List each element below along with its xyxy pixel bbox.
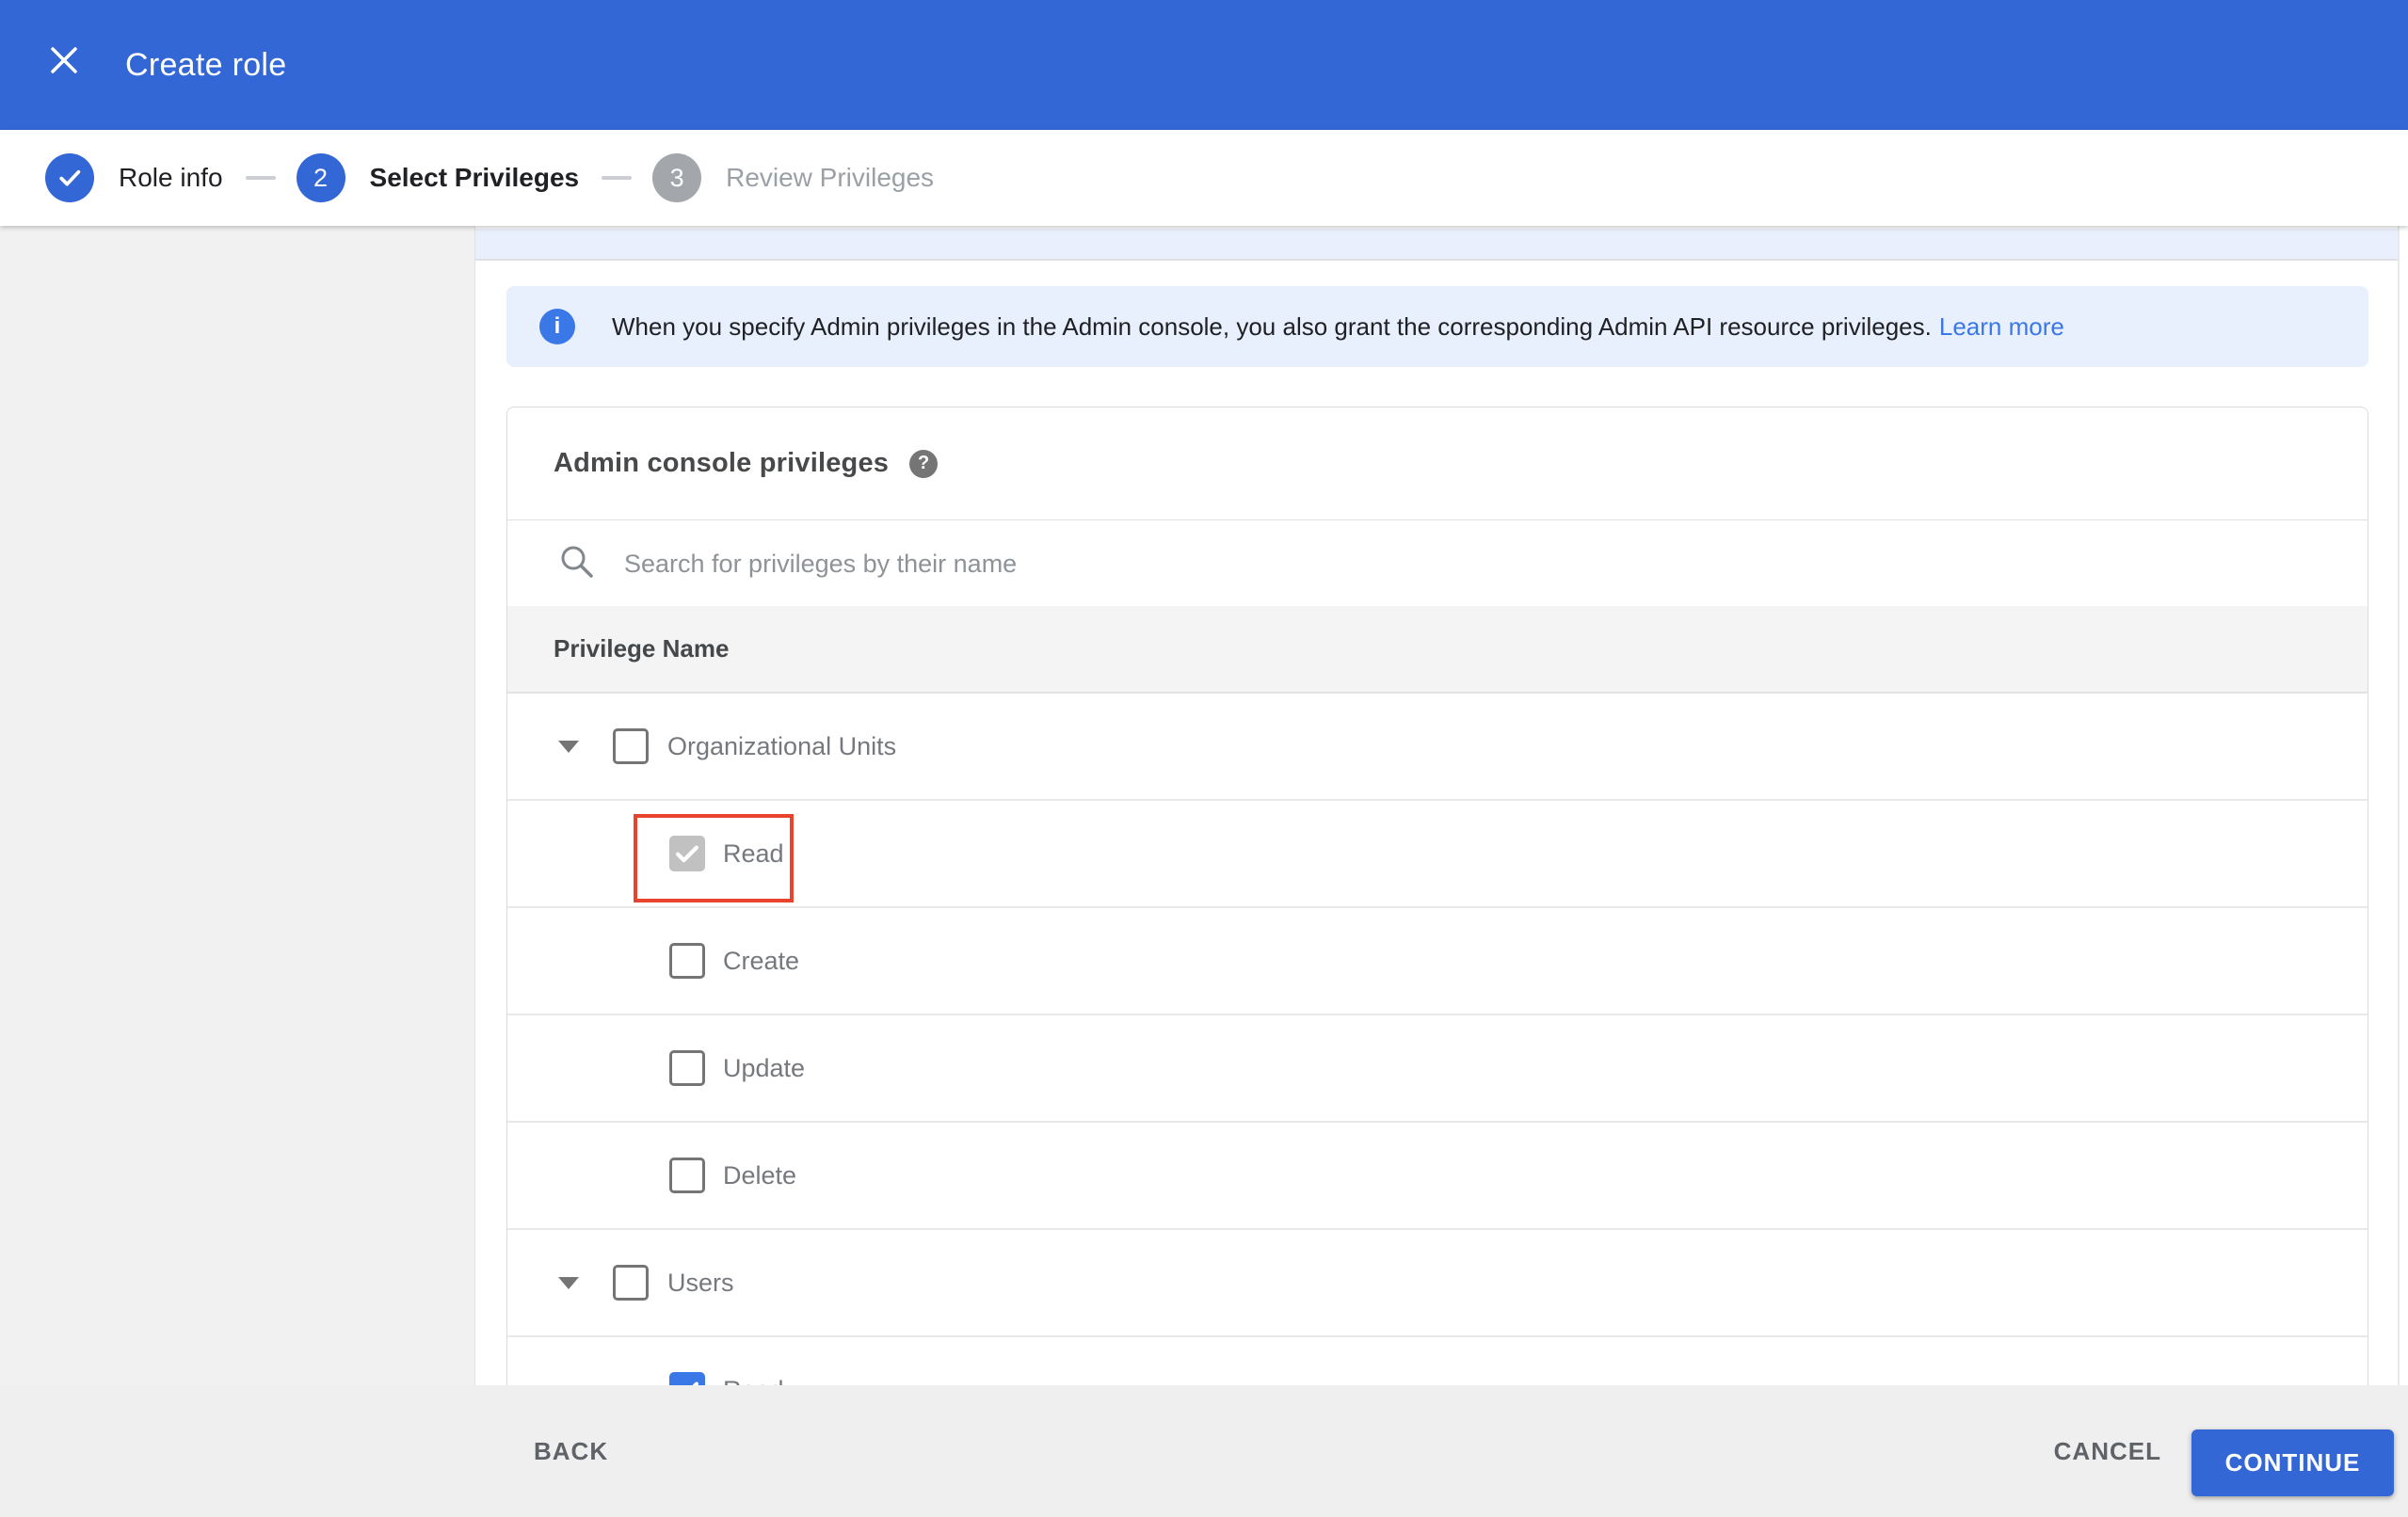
organizational-units-checkbox[interactable] <box>613 728 649 764</box>
privilege-row-organizational-units: Organizational Units <box>507 694 2368 801</box>
privilege-label: Organizational Units <box>667 731 897 760</box>
create-checkbox[interactable] <box>669 943 705 979</box>
users-checkbox[interactable] <box>613 1265 649 1301</box>
collapse-arrow-icon[interactable] <box>558 1276 579 1289</box>
privilege-row-users-read: Read <box>507 1337 2368 1385</box>
footer-bar <box>0 1385 2408 1517</box>
privilege-label: Read <box>723 838 784 868</box>
step-1-done-check-icon[interactable] <box>45 153 94 202</box>
scrollbar-gutter[interactable] <box>2398 226 2400 1385</box>
step-2-label[interactable]: Select Privileges <box>370 163 580 193</box>
card-header: Admin console privileges ? <box>507 407 2368 520</box>
privilege-row-create: Create <box>507 908 2368 1015</box>
step-1-label[interactable]: Role info <box>119 163 223 193</box>
learn-more-link[interactable]: Learn more <box>1939 312 2064 341</box>
info-banner: i When you specify Admin privileges in t… <box>506 286 2368 367</box>
privilege-label: Delete <box>723 1160 797 1190</box>
privilege-label: Read <box>723 1376 784 1386</box>
card-title: Admin console privileges <box>554 448 890 478</box>
info-banner-message: When you specify Admin privileges in the… <box>612 311 1932 341</box>
create-role-dialog: Create role Role info 2 Select Privilege… <box>0 0 2408 1517</box>
step-3-label[interactable]: Review Privileges <box>726 163 934 193</box>
privilege-row-update: Update <box>507 1015 2368 1123</box>
step-2-circle[interactable]: 2 <box>296 153 345 202</box>
help-icon[interactable]: ? <box>909 449 939 478</box>
cancel-button[interactable]: CANCEL <box>2054 1385 2161 1517</box>
scrolled-section-strip <box>475 229 2398 261</box>
step-connector <box>602 176 633 180</box>
privilege-label: Create <box>723 946 800 975</box>
privilege-label: Users <box>667 1268 734 1297</box>
left-spacer-panel <box>0 226 475 1385</box>
delete-checkbox[interactable] <box>669 1158 705 1193</box>
read-checkbox-checked-disabled[interactable] <box>669 836 705 871</box>
info-icon: i <box>539 309 575 344</box>
privilege-row-read: Read <box>507 801 2368 908</box>
close-icon[interactable] <box>47 43 81 77</box>
dialog-title: Create role <box>125 46 287 83</box>
dialog-header: Create role <box>0 0 2408 130</box>
collapse-arrow-icon[interactable] <box>558 740 579 753</box>
update-checkbox[interactable] <box>669 1050 705 1086</box>
table-header-row: Privilege Name <box>507 606 2368 694</box>
search-icon <box>558 543 596 585</box>
privilege-rows: Organizational Units Read Create Update … <box>507 694 2368 1385</box>
stepper: Role info 2 Select Privileges 3 Review P… <box>0 130 2408 226</box>
privilege-row-users: Users <box>507 1230 2368 1337</box>
privilege-search-row <box>507 521 2368 606</box>
users-read-checkbox-checked[interactable] <box>669 1372 705 1385</box>
info-banner-text: When you specify Admin privileges in the… <box>612 312 2064 342</box>
privilege-row-delete: Delete <box>507 1123 2368 1230</box>
step-3-circle[interactable]: 3 <box>652 153 702 202</box>
privileges-scroll-area: i When you specify Admin privileges in t… <box>475 226 2408 1385</box>
step-connector <box>245 176 276 180</box>
admin-console-privileges-card: Admin console privileges ? Privilege Nam… <box>506 407 2368 1385</box>
continue-button[interactable]: CONTINUE <box>2191 1429 2394 1496</box>
privilege-label: Update <box>723 1053 806 1082</box>
column-header-privilege-name: Privilege Name <box>554 634 730 663</box>
privilege-search-input[interactable] <box>624 549 2036 579</box>
back-button[interactable]: BACK <box>534 1385 608 1517</box>
